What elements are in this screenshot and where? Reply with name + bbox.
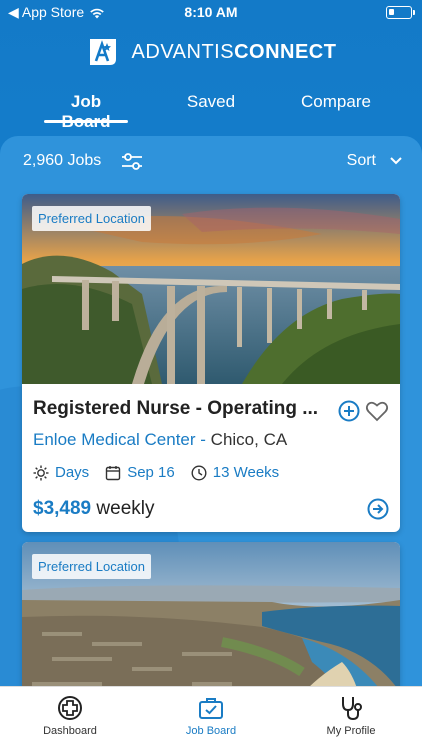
status-bar: ◀ App Store 8:10 AM xyxy=(0,0,422,26)
active-tab-underline xyxy=(44,120,128,123)
nav-dashboard[interactable]: Dashboard xyxy=(10,695,130,737)
job-card-body: Registered Nurse - Operating ... Enloe M… xyxy=(22,384,400,532)
job-title[interactable]: Registered Nurse - Operating ... xyxy=(33,398,323,420)
duration-info: 13 Weeks xyxy=(191,464,279,481)
status-time: 8:10 AM xyxy=(184,4,238,20)
start-date-info: Sep 16 xyxy=(105,464,175,481)
app-screen: ◀ App Store 8:10 AM ADVANTISCONNECT Job … xyxy=(0,0,422,750)
brand-name-bold: CONNECT xyxy=(234,40,337,63)
add-to-compare-icon[interactable] xyxy=(338,400,360,422)
job-meta: Days Sep 16 13 Weeks xyxy=(33,464,295,481)
results-toolbar: 2,960 Jobs Sort xyxy=(0,145,422,181)
brand-name: ADVANTISCONNECT xyxy=(132,41,337,64)
filter-sliders-icon[interactable] xyxy=(120,151,144,173)
tab-job-board[interactable]: Job Board xyxy=(44,92,128,132)
arrow-right-circle-icon[interactable] xyxy=(367,498,389,520)
job-count: 2,960 Jobs xyxy=(23,152,102,169)
tab-saved[interactable]: Saved xyxy=(186,92,236,112)
nav-job-board-label[interactable]: Job Board xyxy=(186,725,236,737)
facility-location-line: Enloe Medical Center - Chico, CA xyxy=(33,430,287,450)
advantis-logo-icon xyxy=(89,39,116,65)
top-tabs: Job Board Saved Compare xyxy=(0,92,422,132)
stethoscope-icon[interactable] xyxy=(338,695,364,721)
pay-amount: $3,489 xyxy=(33,498,92,519)
chevron-down-icon[interactable] xyxy=(390,157,402,165)
nav-job-board[interactable]: Job Board xyxy=(151,695,271,737)
battery-icon xyxy=(386,6,415,19)
bottom-tab-bar: Dashboard Job Board My Profile xyxy=(0,686,422,750)
preferred-location-badge: Preferred Location xyxy=(32,554,151,579)
calendar-icon xyxy=(105,465,121,480)
job-card-image-bridge[interactable]: Preferred Location xyxy=(22,194,400,384)
tab-compare[interactable]: Compare xyxy=(300,92,372,112)
nav-my-profile[interactable]: My Profile xyxy=(291,695,411,737)
nav-dashboard-label[interactable]: Dashboard xyxy=(43,725,97,737)
pay-line: $3,489 weekly xyxy=(33,498,154,520)
nav-my-profile-label[interactable]: My Profile xyxy=(327,725,376,737)
duration-label: 13 Weeks xyxy=(212,464,280,481)
start-date-label: Sep 16 xyxy=(127,464,175,481)
pay-period: weekly xyxy=(96,498,155,519)
facility-separator: - xyxy=(200,430,206,449)
shift-info: Days xyxy=(33,464,89,481)
job-card[interactable]: Preferred Location Registered Nurse - Op… xyxy=(22,194,400,532)
facility-location: Chico, CA xyxy=(210,430,288,449)
shift-label: Days xyxy=(55,464,90,481)
clock-icon xyxy=(191,464,207,481)
brand-header: ADVANTISCONNECT xyxy=(0,32,422,72)
facility-name[interactable]: Enloe Medical Center xyxy=(33,430,196,449)
preferred-location-badge: Preferred Location xyxy=(32,206,151,231)
heart-icon[interactable] xyxy=(365,400,389,422)
sort-dropdown[interactable]: Sort xyxy=(347,152,402,170)
sun-icon xyxy=(33,465,49,480)
brand-name-light: ADVANTIS xyxy=(131,40,235,63)
plus-circle-icon[interactable] xyxy=(57,695,83,721)
sort-label[interactable]: Sort xyxy=(347,152,376,170)
briefcase-icon[interactable] xyxy=(198,695,224,721)
